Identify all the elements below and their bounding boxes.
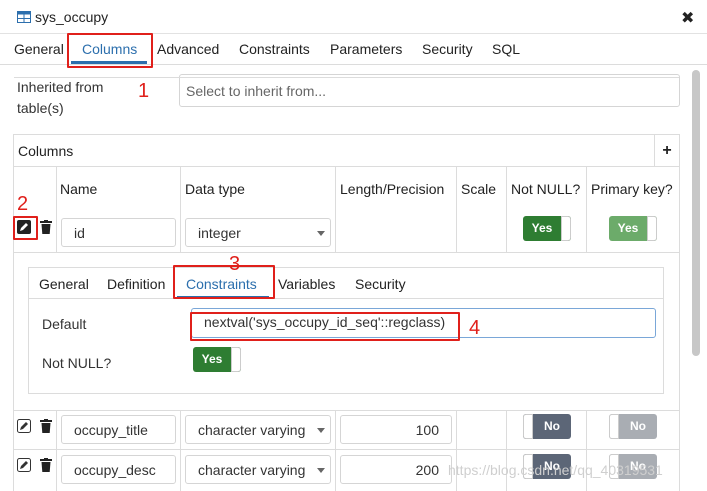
edit-row-icon[interactable]: [16, 418, 32, 434]
trash-icon[interactable]: [40, 419, 52, 433]
grid-divider: [506, 410, 507, 491]
subtab-general[interactable]: General: [39, 276, 89, 292]
annotation-number: 2: [17, 193, 29, 215]
annotation-number: 4: [469, 317, 481, 339]
chevron-down-icon: [317, 231, 325, 236]
annotation-number: 3: [229, 253, 241, 275]
col-header-datatype: Data type: [185, 181, 245, 197]
inherit-placeholder: Select to inherit from...: [186, 83, 327, 99]
grid-divider: [506, 167, 507, 253]
not-null-detail-toggle[interactable]: Yes: [193, 347, 241, 372]
dialog-titlebar: sys_occupy ✖: [0, 0, 707, 34]
col-header-notnull: Not NULL?: [511, 181, 581, 197]
toggle-label: No: [544, 419, 560, 433]
column-name-input[interactable]: id: [61, 218, 176, 247]
grid-divider: [180, 410, 181, 491]
row-divider: [14, 449, 679, 450]
columns-section-title: Columns: [18, 143, 74, 159]
grid-divider: [456, 167, 457, 253]
col-header-primarykey: Primary key?: [591, 181, 673, 197]
add-column-button[interactable]: +: [654, 135, 679, 166]
col-header-scale: Scale: [461, 181, 497, 197]
column-name-value: id: [74, 225, 85, 241]
annotation-box-columns-tab: [67, 33, 153, 68]
length-input[interactable]: 100: [340, 415, 452, 444]
datatype-value: character varying: [198, 422, 306, 438]
grid-divider: [56, 410, 57, 491]
subtab-variables[interactable]: Variables: [278, 276, 335, 292]
grid-divider: [180, 167, 181, 253]
annotation-number: 1: [138, 80, 150, 102]
datatype-select[interactable]: character varying: [185, 455, 331, 484]
grid-divider: [335, 167, 336, 253]
chevron-down-icon: [317, 428, 325, 433]
col-header-name: Name: [60, 181, 98, 197]
grid-divider: [456, 410, 457, 491]
datatype-select[interactable]: integer: [185, 218, 331, 247]
not-null-toggle[interactable]: Yes: [523, 216, 571, 241]
not-null-label: Not NULL?: [42, 355, 112, 371]
annotation-box-edit: [13, 216, 38, 240]
toggle-label: Yes: [617, 221, 639, 235]
column-name-input[interactable]: occupy_desc: [61, 455, 176, 484]
column-name-value: occupy_title: [74, 422, 148, 438]
columns-grid-header: Columns +: [14, 135, 679, 167]
grid-divider: [56, 167, 57, 253]
inherit-label: Inherited from table(s): [17, 79, 104, 116]
grid-divider: [586, 167, 587, 253]
length-input[interactable]: 200: [340, 455, 452, 484]
primary-key-toggle[interactable]: No: [609, 414, 657, 439]
grid-divider: [586, 410, 587, 491]
trash-icon[interactable]: [40, 458, 52, 472]
toggle-label: No: [630, 419, 646, 433]
datatype-value: character varying: [198, 462, 306, 478]
row-divider: [14, 252, 679, 253]
column-name-value: occupy_desc: [74, 462, 156, 478]
inherit-select[interactable]: Select to inherit from...: [179, 74, 680, 107]
col-header-length: Length/Precision: [340, 181, 445, 197]
row-divider: [14, 410, 679, 411]
edit-row-icon[interactable]: [16, 457, 32, 473]
chevron-down-icon: [317, 468, 325, 473]
detail-tabs: General Definition Constraints Variables…: [29, 268, 663, 299]
not-null-toggle[interactable]: No: [523, 414, 571, 439]
datatype-select[interactable]: character varying: [185, 415, 331, 444]
subtab-definition[interactable]: Definition: [107, 276, 165, 292]
trash-icon[interactable]: [40, 220, 52, 234]
annotation-box-constraints: [173, 265, 275, 299]
datatype-value: integer: [198, 225, 241, 241]
length-value: 100: [415, 422, 439, 438]
column-name-input[interactable]: occupy_title: [61, 415, 176, 444]
annotation-box-default: [190, 312, 460, 341]
close-icon[interactable]: ✖: [681, 8, 694, 28]
default-label: Default: [42, 316, 87, 332]
dialog-title: sys_occupy: [35, 9, 109, 25]
watermark-text: https://blog.csdn.net/qq_40319531: [448, 462, 663, 478]
primary-key-toggle[interactable]: Yes: [609, 216, 657, 241]
length-value: 200: [415, 462, 439, 478]
vertical-scrollbar[interactable]: [692, 70, 700, 356]
toggle-label: Yes: [531, 221, 553, 235]
toggle-label: Yes: [201, 352, 223, 366]
table-icon: [17, 11, 31, 23]
grid-divider: [335, 410, 336, 491]
subtab-security[interactable]: Security: [355, 276, 406, 292]
